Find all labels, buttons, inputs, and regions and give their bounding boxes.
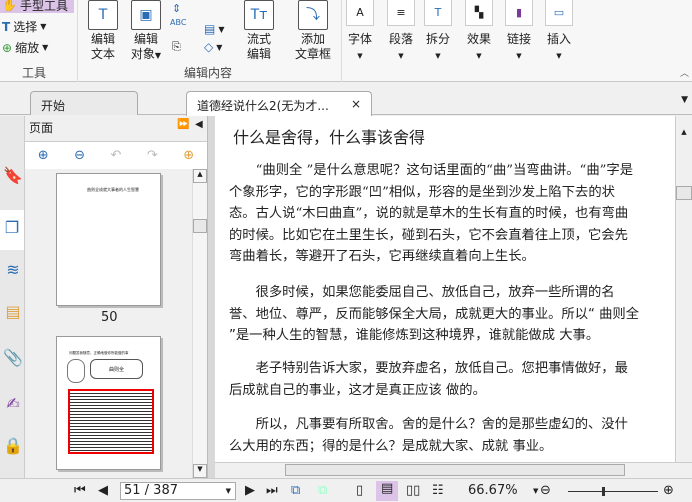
- continuous-page-icon[interactable]: ▤: [376, 481, 399, 501]
- collapse-ribbon-icon[interactable]: ︿: [680, 66, 689, 79]
- document-vertical-scrollbar[interactable]: ▲: [675, 116, 692, 462]
- first-page-icon[interactable]: ⏮: [74, 483, 86, 498]
- current-view-indicator: [68, 389, 154, 454]
- panel-splitter[interactable]: [207, 116, 215, 478]
- zoom-slider-handle[interactable]: [602, 487, 605, 496]
- page-thumbnail-51[interactable]: 问题答我随意，正确地做你所能做的事 曲则全: [56, 336, 161, 470]
- page-number-50: 50: [101, 310, 118, 325]
- page-thumbnail-50[interactable]: 曲则全成就大事者的人生智慧: [56, 173, 161, 306]
- last-page-icon[interactable]: ⏭: [266, 483, 278, 498]
- paragraph: 所以，凡事要有所取舍。舍的是什么？舍的是那些虚幻的、没什么大用的东西；得的是什么…: [229, 417, 628, 454]
- zoom-level[interactable]: 66.67%: [468, 483, 518, 498]
- document-view: 什么是舍得，什么事该舍得 “曲则全 ”是什么意思呢？这句话里面的“曲”当弯曲讲。…: [215, 116, 675, 462]
- thumbnail-zoom-out-icon[interactable]: ⊖: [74, 148, 85, 163]
- security-lock-icon[interactable]: 🔒: [3, 436, 23, 458]
- panel-toolbar: ⊕ ⊖ ↶ ↷ ⊕: [25, 141, 207, 169]
- panel-scroll-thumb[interactable]: [193, 219, 207, 233]
- section-title: 什么是舍得，什么事该舍得: [233, 128, 426, 147]
- pages-panel: 页面 ⏩ ◀ ⊕ ⊖ ↶ ↷ ⊕ 曲则全成就大事者的人生智慧 50 问题答我随意…: [25, 116, 207, 478]
- paragraph: 很多时候，如果您能委屈自己、放低自己，放弃一些所谓的名誉、地位、尊严，反而能够保…: [229, 285, 640, 343]
- attachment-icon[interactable]: 📎: [3, 348, 23, 370]
- cartoon-figure-icon: [67, 359, 85, 383]
- zoom-out-icon[interactable]: ⊖: [540, 483, 551, 498]
- effects-icon: ▚: [465, 0, 493, 26]
- paragraph: “曲则全 ”是什么意思呢？这句话里面的“曲”当弯曲讲。“曲”字是个象形字，它的字…: [229, 163, 634, 264]
- document-horizontal-scrollbar[interactable]: [215, 462, 692, 478]
- close-tab-icon[interactable]: ×: [351, 97, 361, 111]
- font-icon: A: [346, 0, 374, 26]
- paragraph-icon: ≡: [387, 0, 415, 26]
- bookmark-icon[interactable]: 🔖: [3, 166, 23, 188]
- zoom-dropdown-icon[interactable]: ▼: [533, 487, 538, 495]
- layers-icon[interactable]: ≋: [3, 260, 23, 282]
- document-scroll-thumb[interactable]: [676, 186, 692, 200]
- zoom-slider[interactable]: [568, 487, 658, 496]
- continuous-facing-icon[interactable]: ☷: [432, 483, 444, 498]
- tab-document[interactable]: 道德经说什么2(无为才... ×: [186, 91, 372, 116]
- tab-start[interactable]: 开始: [30, 91, 138, 115]
- panel-title: 页面: [29, 121, 54, 135]
- insert-icon: ▭: [545, 0, 573, 26]
- panel-scrollbar[interactable]: ▲ ▼: [192, 169, 207, 478]
- zoom-in-icon[interactable]: ⊕: [663, 483, 674, 498]
- paragraph: 老子特别告诉大家，要放弃虚名，放低自己。您把事情做好，最后成就自己的事业，这才是…: [229, 361, 628, 398]
- pages-icon[interactable]: ❐: [0, 210, 24, 250]
- split-icon: T: [424, 0, 452, 26]
- link-icon: ▮: [505, 0, 533, 26]
- next-view-icon[interactable]: ⧉: [318, 483, 327, 498]
- single-page-icon[interactable]: ▯: [356, 483, 363, 498]
- comments-icon[interactable]: ▤: [3, 302, 23, 324]
- previous-page-icon[interactable]: ◀: [98, 483, 108, 498]
- next-page-icon[interactable]: ▶: [245, 483, 255, 498]
- page-number-input[interactable]: 51 / 387 ▼: [120, 482, 236, 500]
- signature-icon[interactable]: ✍: [3, 394, 23, 416]
- panel-expand-icon[interactable]: ⏩: [177, 119, 189, 130]
- tab-bar: 开始 道德经说什么2(无为才... × ▼: [0, 83, 692, 116]
- panel-collapse-icon[interactable]: ◀: [195, 119, 203, 130]
- tools-group: [0, 0, 78, 82]
- status-bar: ⏮ ◀ 51 / 387 ▼ ▶ ⏭ ⧉ ⧉ ▯ ▤ ▯▯ ☷ 66.67% ▼ …: [0, 478, 692, 502]
- side-navigation: 🔖 ❐ ≋ ▤ 📎 ✍ 🔒: [0, 116, 25, 478]
- insert-page-icon[interactable]: ⊕: [183, 148, 194, 163]
- rotate-right-icon[interactable]: ↷: [147, 148, 158, 163]
- ribbon: ✋ 手型工具 T 选择 ▼ ⊕ 缩放 ▼ 工具 T 编辑 文本 ▣ 编辑 对象▼ ⇕ ABC ⎘ …: [0, 0, 692, 82]
- edit-content-group: [78, 0, 342, 82]
- facing-pages-icon[interactable]: ▯▯: [406, 483, 420, 498]
- previous-view-icon[interactable]: ⧉: [291, 483, 300, 498]
- rotate-left-icon[interactable]: ↶: [111, 148, 122, 163]
- thumbnail-bubble: 曲则全: [90, 359, 143, 379]
- tab-list-dropdown-icon[interactable]: ▼: [681, 95, 688, 105]
- thumbnail-zoom-in-icon[interactable]: ⊕: [38, 148, 49, 163]
- horizontal-scroll-thumb[interactable]: [285, 464, 625, 476]
